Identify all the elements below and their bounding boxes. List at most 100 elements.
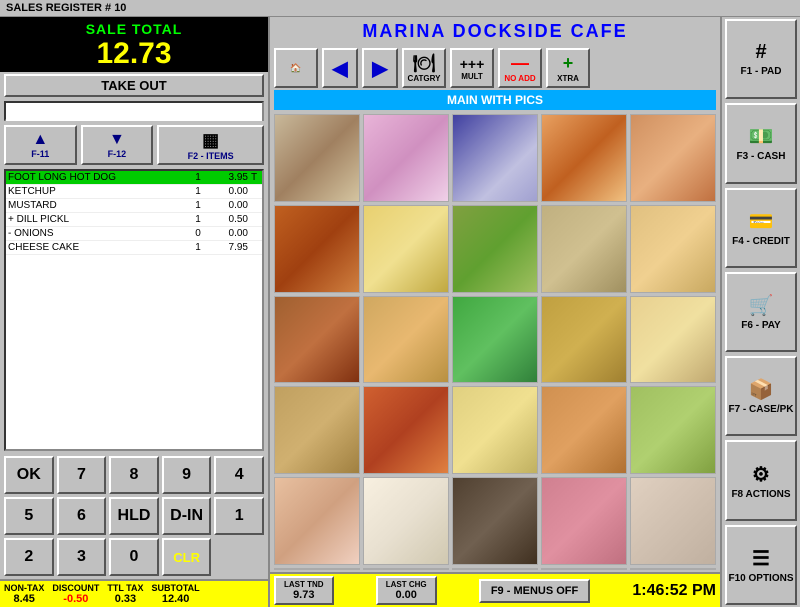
numpad-key-3[interactable]: 3 (57, 538, 107, 576)
numpad-key-1[interactable]: 1 (214, 497, 264, 535)
center-bottom: LAST TND 9.73 LAST CHG 0.00 F9 - MENUS O… (270, 572, 720, 607)
numpad-key-0[interactable]: 0 (109, 538, 159, 576)
numpad-key-5[interactable]: 5 (4, 497, 54, 535)
cart-icon: 🛒 (749, 293, 774, 318)
food-item-5[interactable] (630, 114, 716, 202)
prev-button[interactable]: ◀ (322, 48, 358, 88)
numpad-key-ok[interactable]: OK (4, 456, 54, 494)
f10-options-button[interactable]: ☰ F10 OPTIONS (725, 525, 797, 605)
order-row[interactable]: MUSTARD 1 0.00 (6, 199, 262, 213)
order-list[interactable]: FOOT LONG HOT DOG 1 3.95 T KETCHUP 1 0.0… (4, 169, 264, 451)
order-item-price: 7.95 (208, 242, 248, 253)
numpad-key-8[interactable]: 8 (109, 456, 159, 494)
food-item-3[interactable] (452, 114, 538, 202)
f1-pad-button[interactable]: # F1 - PAD (725, 19, 797, 99)
food-item-9[interactable] (541, 205, 627, 293)
food-item-1[interactable] (274, 114, 360, 202)
options-icon: ☰ (752, 546, 770, 571)
search-bar[interactable] (4, 101, 264, 121)
numpad-key-4[interactable]: 4 (214, 456, 264, 494)
f4-credit-button[interactable]: 💳 F4 - CREDIT (725, 188, 797, 268)
title-bar: SALES REGISTER # 10 (0, 0, 800, 17)
food-item-30[interactable] (630, 568, 716, 570)
f7-casepk-button[interactable]: 📦 F7 - CASE/PK (725, 356, 797, 436)
next-arrow-icon: ▶ (372, 56, 387, 81)
f11-button[interactable]: ▲ F-11 (4, 125, 77, 165)
order-row[interactable]: CHEESE CAKE 1 7.95 (6, 241, 262, 255)
food-item-17[interactable] (363, 386, 449, 474)
numpad-key-7[interactable]: 7 (57, 456, 107, 494)
food-item-6[interactable] (274, 205, 360, 293)
food-item-13[interactable] (452, 296, 538, 384)
food-item-4[interactable] (541, 114, 627, 202)
numpad-key-hld[interactable]: HLD (109, 497, 159, 535)
order-item-qty: 0 (188, 228, 208, 239)
food-item-24[interactable] (541, 477, 627, 565)
food-item-16[interactable] (274, 386, 360, 474)
f6-pay-button[interactable]: 🛒 F6 - PAY (725, 272, 797, 352)
search-input[interactable] (6, 105, 262, 121)
order-item-name: KETCHUP (8, 186, 188, 197)
sale-header: SALE TOTAL 12.73 (0, 17, 268, 72)
noadd-icon: — (511, 53, 529, 74)
order-row[interactable]: KETCHUP 1 0.00 (6, 185, 262, 199)
numpad-key-clr[interactable]: CLR (162, 538, 212, 576)
food-item-8[interactable] (452, 205, 538, 293)
food-grid (270, 112, 720, 572)
next-button[interactable]: ▶ (362, 48, 398, 88)
order-row[interactable]: FOOT LONG HOT DOG 1 3.95 T (6, 171, 262, 185)
food-item-10[interactable] (630, 205, 716, 293)
food-item-28[interactable] (452, 568, 538, 570)
food-item-25[interactable] (630, 477, 716, 565)
food-item-2[interactable] (363, 114, 449, 202)
case-icon: 📦 (749, 377, 774, 402)
food-item-29[interactable] (541, 568, 627, 570)
credit-icon: 💳 (749, 209, 774, 234)
food-item-27[interactable] (363, 568, 449, 570)
food-item-11[interactable] (274, 296, 360, 384)
numpad-area: 789 OK 4 56HLDD-IN1 230CLR (0, 453, 268, 579)
f9-menus-button[interactable]: F9 - MENUS OFF (479, 579, 590, 603)
food-item-26[interactable] (274, 568, 360, 570)
subtotal-item: SUBTOTAL 12.40 (152, 583, 200, 605)
numpad-key-9[interactable]: 9 (162, 456, 212, 494)
center-panel: MARINA DOCKSIDE CAFE 🏠 ◀ ▶ 🍽 CATGRY +++ … (270, 17, 720, 607)
food-item-20[interactable] (630, 386, 716, 474)
food-item-15[interactable] (630, 296, 716, 384)
discount-item: DISCOUNT -0.50 (52, 583, 99, 605)
left-panel: SALE TOTAL 12.73 TAKE OUT ▲ F-11 ▼ F-12 … (0, 17, 270, 607)
order-item-qty: 1 (188, 242, 208, 253)
last-tnd-label: LAST TND (284, 580, 324, 589)
sale-label: SALE TOTAL (0, 21, 268, 37)
f12-button[interactable]: ▼ F-12 (81, 125, 154, 165)
numpad-key-din[interactable]: D-IN (162, 497, 212, 535)
category-bar[interactable]: MAIN WITH PICS (274, 90, 716, 110)
last-chg-item: LAST CHG 0.00 (376, 576, 437, 605)
f2-items-button[interactable]: ▦ F2 - ITEMS (157, 125, 264, 165)
f8-label: F8 ACTIONS (731, 489, 790, 500)
f8-actions-button[interactable]: ⚙ F8 ACTIONS (725, 440, 797, 520)
catgry-button[interactable]: 🍽 CATGRY (402, 48, 446, 88)
food-item-23[interactable] (452, 477, 538, 565)
order-row[interactable]: + DILL PICKL 1 0.50 (6, 213, 262, 227)
f6-label: F6 - PAY (741, 320, 780, 331)
food-item-21[interactable] (274, 477, 360, 565)
mult-button[interactable]: +++ MULT (450, 48, 494, 88)
food-item-12[interactable] (363, 296, 449, 384)
food-item-22[interactable] (363, 477, 449, 565)
numpad-key-6[interactable]: 6 (57, 497, 107, 535)
f3-cash-button[interactable]: 💵 F3 - CASH (725, 103, 797, 183)
xtra-button[interactable]: + XTRA (546, 48, 590, 88)
noadd-button[interactable]: — NO ADD (498, 48, 542, 88)
food-item-14[interactable] (541, 296, 627, 384)
up-arrow-icon: ▲ (32, 131, 48, 149)
last-chg-label: LAST CHG (386, 580, 427, 589)
food-item-19[interactable] (541, 386, 627, 474)
order-item-qty: 1 (188, 186, 208, 197)
f3-label: F3 - CASH (737, 151, 786, 162)
order-row[interactable]: - ONIONS 0 0.00 (6, 227, 262, 241)
numpad-key-2[interactable]: 2 (4, 538, 54, 576)
food-item-7[interactable] (363, 205, 449, 293)
home-button[interactable]: 🏠 (274, 48, 318, 88)
food-item-18[interactable] (452, 386, 538, 474)
